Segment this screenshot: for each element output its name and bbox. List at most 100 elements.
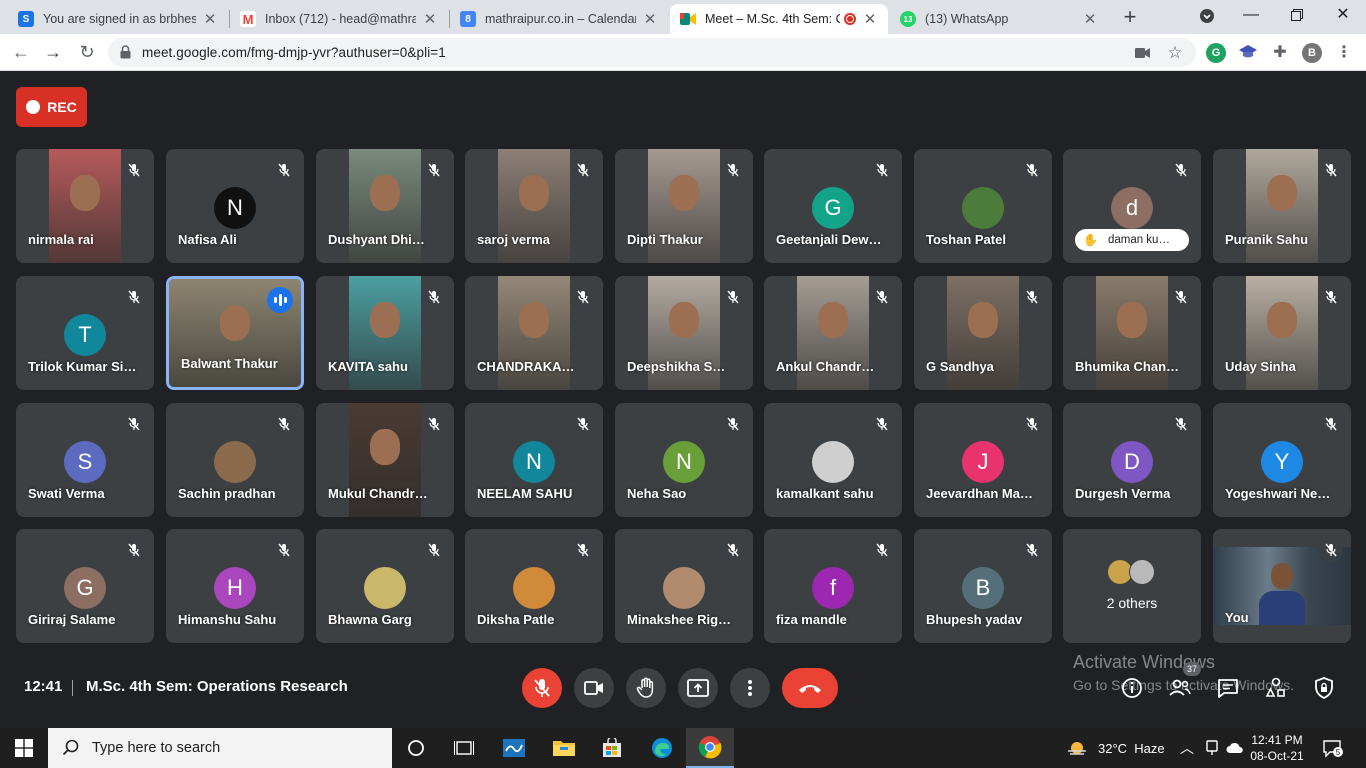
new-tab-button[interactable]: + (1118, 6, 1142, 30)
close-tab-icon[interactable]: ✕ (1082, 10, 1098, 28)
chrome-taskbar-icon[interactable] (686, 728, 734, 768)
grammarly-extension-icon[interactable]: G (1206, 43, 1226, 63)
tab-inbox[interactable]: M Inbox (712) - head@mathraipu ✕ (230, 4, 448, 34)
host-controls-icon[interactable] (1312, 676, 1336, 700)
taskbar-clock[interactable]: 12:41 PM 08-Oct-21 (1246, 732, 1308, 764)
minimize-icon[interactable]: — (1228, 4, 1274, 28)
tray-overflow-chevron-icon[interactable]: ︿ (1180, 728, 1194, 768)
activities-icon[interactable] (1264, 676, 1288, 700)
recording-button[interactable]: REC (16, 87, 87, 127)
participant-tile[interactable]: Minakshee Rig… (615, 529, 753, 643)
forward-arrow-icon[interactable]: → (40, 40, 66, 66)
participant-tile[interactable]: T Trilok Kumar Si… (16, 276, 154, 390)
participant-tile[interactable]: Puranik Sahu (1213, 149, 1351, 263)
more-options-button[interactable] (730, 668, 770, 708)
participant-tile[interactable]: G Geetanjali Dew… (764, 149, 902, 263)
whiteboard-app-icon[interactable] (490, 728, 538, 768)
participant-tile[interactable]: Balwant Thakur (166, 276, 304, 390)
start-button[interactable] (0, 728, 48, 768)
participant-tile[interactable]: D Durgesh Verma (1063, 403, 1201, 517)
task-view-icon[interactable] (440, 728, 488, 768)
profile-avatar[interactable]: B (1302, 43, 1322, 63)
participant-tile[interactable]: Deepshikha S… (615, 276, 753, 390)
muted-microphone-icon (1319, 158, 1343, 182)
tab-calendar[interactable]: 8 mathraipur.co.in – Calendar - ✕ (450, 4, 668, 34)
participant-tile[interactable]: Mukul Chandr… (316, 403, 454, 517)
lock-icon (120, 45, 131, 59)
network-device-icon[interactable] (1205, 728, 1219, 768)
participant-tile[interactable]: You (1213, 529, 1351, 643)
participant-tile[interactable]: f fiza mandle (764, 529, 902, 643)
participant-name: daman ku… (1107, 234, 1170, 246)
participant-tile[interactable]: S Swati Verma (16, 403, 154, 517)
notification-center-icon[interactable]: 5 (1322, 728, 1344, 768)
meeting-details-icon[interactable] (1120, 676, 1144, 700)
participant-tile[interactable]: Diksha Patle (465, 529, 603, 643)
participant-tile[interactable]: Bhawna Garg (316, 529, 454, 643)
search-placeholder: Type here to search (92, 740, 221, 756)
close-window-icon[interactable]: ✕ (1320, 4, 1366, 28)
present-screen-button[interactable] (678, 668, 718, 708)
participant-tile[interactable]: Y Yogeshwari Ne… (1213, 403, 1351, 517)
participant-tile[interactable]: KAVITA sahu (316, 276, 454, 390)
close-tab-icon[interactable]: ✕ (642, 10, 658, 28)
microphone-toggle-button[interactable] (522, 668, 562, 708)
graduation-cap-extension-icon[interactable] (1238, 43, 1258, 63)
participant-avatar (812, 441, 854, 483)
participant-tile[interactable]: N Nafisa Ali (166, 149, 304, 263)
microsoft-store-icon[interactable] (588, 728, 636, 768)
participant-tile[interactable]: d ✋ daman ku… (1063, 149, 1201, 263)
participant-tile[interactable]: Uday Sinha (1213, 276, 1351, 390)
participant-tile[interactable]: H Himanshu Sahu (166, 529, 304, 643)
participant-tile[interactable]: CHANDRAKA… (465, 276, 603, 390)
participant-tile[interactable]: 2 others (1063, 529, 1201, 643)
back-arrow-icon[interactable]: ← (8, 40, 34, 66)
raise-hand-button[interactable] (626, 668, 666, 708)
participant-name: Uday Sinha (1225, 359, 1296, 374)
muted-microphone-icon (571, 158, 595, 182)
participant-tile[interactable]: Dushyant Dhi… (316, 149, 454, 263)
participant-tile[interactable]: Ankul Chandr… (764, 276, 902, 390)
tab-meet[interactable]: Meet – M.Sc. 4th Sem: Op ✕ (670, 4, 888, 34)
close-tab-icon[interactable]: ✕ (862, 10, 878, 28)
chrome-menu-icon[interactable]: ⋮ (1334, 43, 1354, 63)
participant-tile[interactable]: Bhumika Chan… (1063, 276, 1201, 390)
participant-tile[interactable]: Sachin pradhan (166, 403, 304, 517)
camera-blocked-icon[interactable] (1134, 44, 1152, 62)
cloud-icon[interactable] (1226, 728, 1244, 768)
file-explorer-icon[interactable] (540, 728, 588, 768)
reload-icon[interactable]: ↻ (74, 40, 100, 66)
tab-whatsapp[interactable]: 13 (13) WhatsApp ✕ (890, 4, 1108, 34)
participant-tile[interactable]: nirmala rai (16, 149, 154, 263)
weather-widget[interactable]: 32°C Haze (1066, 728, 1165, 768)
leave-call-button[interactable] (782, 668, 838, 708)
raised-hand-badge: ✋ daman ku… (1075, 229, 1189, 251)
participant-tile[interactable]: kamalkant sahu (764, 403, 902, 517)
participant-tile[interactable]: N NEELAM SAHU (465, 403, 603, 517)
address-bar[interactable]: meet.google.com/fmg-dmjp-yvr?authuser=0&… (108, 38, 1196, 67)
participant-tile[interactable]: Dipti Thakur (615, 149, 753, 263)
participant-avatar (962, 187, 1004, 229)
people-icon[interactable] (1168, 676, 1192, 700)
edge-browser-icon[interactable] (638, 728, 686, 768)
participant-tile[interactable]: N Neha Sao (615, 403, 753, 517)
participant-tile[interactable]: J Jeevardhan Ma… (914, 403, 1052, 517)
puzzle-extensions-icon[interactable]: ✚ (1270, 43, 1290, 63)
participant-name: Giriraj Salame (28, 612, 116, 627)
bookmark-star-icon[interactable]: ☆ (1166, 44, 1184, 62)
close-tab-icon[interactable]: ✕ (202, 10, 218, 28)
cortana-icon[interactable] (392, 728, 440, 768)
close-tab-icon[interactable]: ✕ (422, 10, 438, 28)
camera-toggle-button[interactable] (574, 668, 614, 708)
tab-search-icon[interactable] (1184, 4, 1230, 28)
tab-signed-in[interactable]: S You are signed in as brbheslee ✕ (8, 4, 228, 34)
maximize-icon[interactable] (1274, 4, 1320, 28)
participant-tile[interactable]: saroj verma (465, 149, 603, 263)
participant-tile[interactable]: G Sandhya (914, 276, 1052, 390)
participant-tile[interactable]: Toshan Patel (914, 149, 1052, 263)
taskbar-search-box[interactable]: Type here to search (48, 728, 392, 768)
participant-tile[interactable]: G Giriraj Salame (16, 529, 154, 643)
participant-tile[interactable]: B Bhupesh yadav (914, 529, 1052, 643)
chat-icon[interactable] (1216, 676, 1240, 700)
participant-avatar (513, 567, 555, 609)
